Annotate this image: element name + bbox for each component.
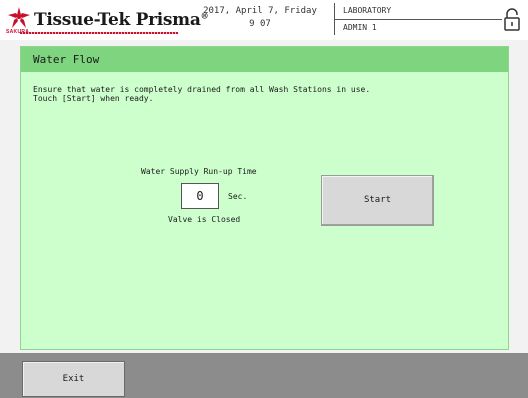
instruction-line: Ensure that water is completely drained … xyxy=(33,85,371,94)
user-name: ADMIN 1 xyxy=(343,23,377,32)
brand-underline xyxy=(20,32,178,34)
exit-button[interactable]: Exit xyxy=(22,361,125,397)
supply-time-label: Water Supply Run-up Time xyxy=(141,167,257,176)
panel-title: Water Flow xyxy=(33,53,100,66)
time-unit-label: Sec. xyxy=(228,192,248,201)
footer-bar: Exit xyxy=(0,353,528,398)
start-button[interactable]: Start xyxy=(321,175,434,226)
valve-status: Valve is Closed xyxy=(168,215,241,224)
brand-name: Tissue-Tek Prisma® xyxy=(34,10,209,30)
water-flow-panel: Water Flow Ensure that water is complete… xyxy=(20,46,509,350)
tissue-tek-logo: Tissue-Tek Prisma® SAKURA xyxy=(6,4,209,36)
date-time: 2017, April 7, Friday 9 07 xyxy=(190,5,330,31)
panel-header: Water Flow xyxy=(21,47,508,72)
time-text: 9 07 xyxy=(249,19,271,29)
lock-icon[interactable] xyxy=(503,8,521,32)
run-up-time-input[interactable]: 0 xyxy=(181,183,219,209)
lab-divider-horizontal xyxy=(334,19,502,20)
date-text: 2017, April 7, Friday xyxy=(203,6,317,16)
app-header: Tissue-Tek Prisma® SAKURA 2017, April 7,… xyxy=(0,0,528,40)
instruction-line: Touch [Start] when ready. xyxy=(33,94,154,103)
laboratory-name: LABORATORY xyxy=(343,6,392,15)
instructions: Ensure that water is completely drained … xyxy=(33,85,370,103)
lab-info: LABORATORY ADMIN 1 xyxy=(334,3,502,35)
sakura-flower-icon xyxy=(8,7,30,28)
